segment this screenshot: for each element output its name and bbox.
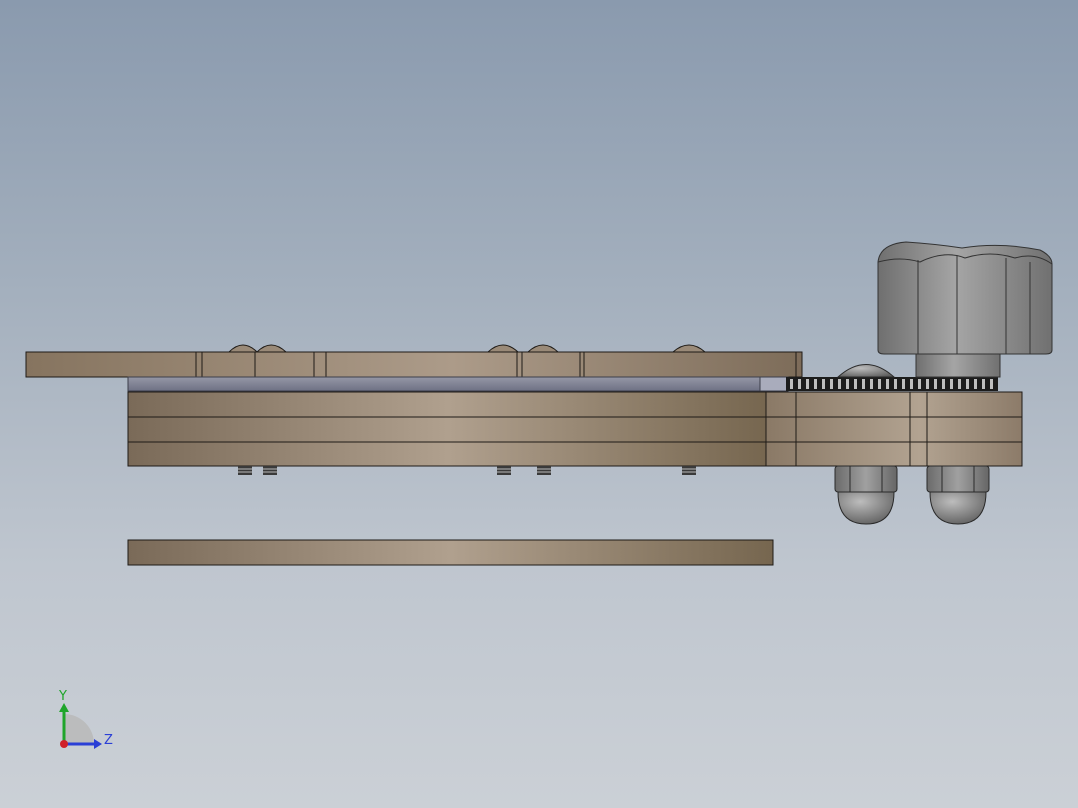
triad-z-label: Z	[104, 733, 113, 748]
hex-cap-nut-left[interactable]	[834, 465, 898, 525]
coordinate-triad-icon: Y Z	[58, 689, 113, 749]
triad-y-label: Y	[58, 689, 67, 704]
gear-tooth	[910, 379, 913, 389]
gear-tooth	[990, 379, 993, 389]
gear-tooth	[878, 379, 881, 389]
gear-tooth	[966, 379, 969, 389]
top-plate[interactable]	[25, 351, 803, 378]
gear-tooth	[862, 379, 865, 389]
gear-tooth	[838, 379, 841, 389]
gear-tooth	[854, 379, 857, 389]
bottom-plate[interactable]	[127, 539, 774, 566]
spacer-layer[interactable]	[127, 376, 789, 392]
cad-model-view[interactable]: Y Z	[0, 0, 1078, 808]
gear-tooth	[798, 379, 801, 389]
gear-tooth	[894, 379, 897, 389]
gear-tooth	[886, 379, 889, 389]
gear-tooth	[974, 379, 977, 389]
gear-tooth	[822, 379, 825, 389]
gear-tooth	[934, 379, 937, 389]
gear-tooth	[870, 379, 873, 389]
gear-tooth	[942, 379, 945, 389]
gear-tooth	[958, 379, 961, 389]
graphics-viewport[interactable]: Y Z	[0, 0, 1078, 808]
gear-tooth	[806, 379, 809, 389]
top-button-screws	[227, 344, 707, 353]
gear-tooth	[790, 379, 793, 389]
dome-cap	[836, 364, 896, 378]
gear-tooth	[814, 379, 817, 389]
base-stack[interactable]	[127, 391, 1023, 467]
gear-tooth	[918, 379, 921, 389]
gear-tooth	[982, 379, 985, 389]
bottom-screw-tails	[238, 466, 696, 475]
gear-ring[interactable]	[786, 377, 998, 391]
gear-tooth	[830, 379, 833, 389]
gear-tooth	[950, 379, 953, 389]
gear-tooth	[846, 379, 849, 389]
gear-tooth	[926, 379, 929, 389]
adjustment-knob[interactable]	[877, 241, 1053, 378]
gear-tooth	[902, 379, 905, 389]
hex-cap-nut-right[interactable]	[926, 465, 990, 525]
